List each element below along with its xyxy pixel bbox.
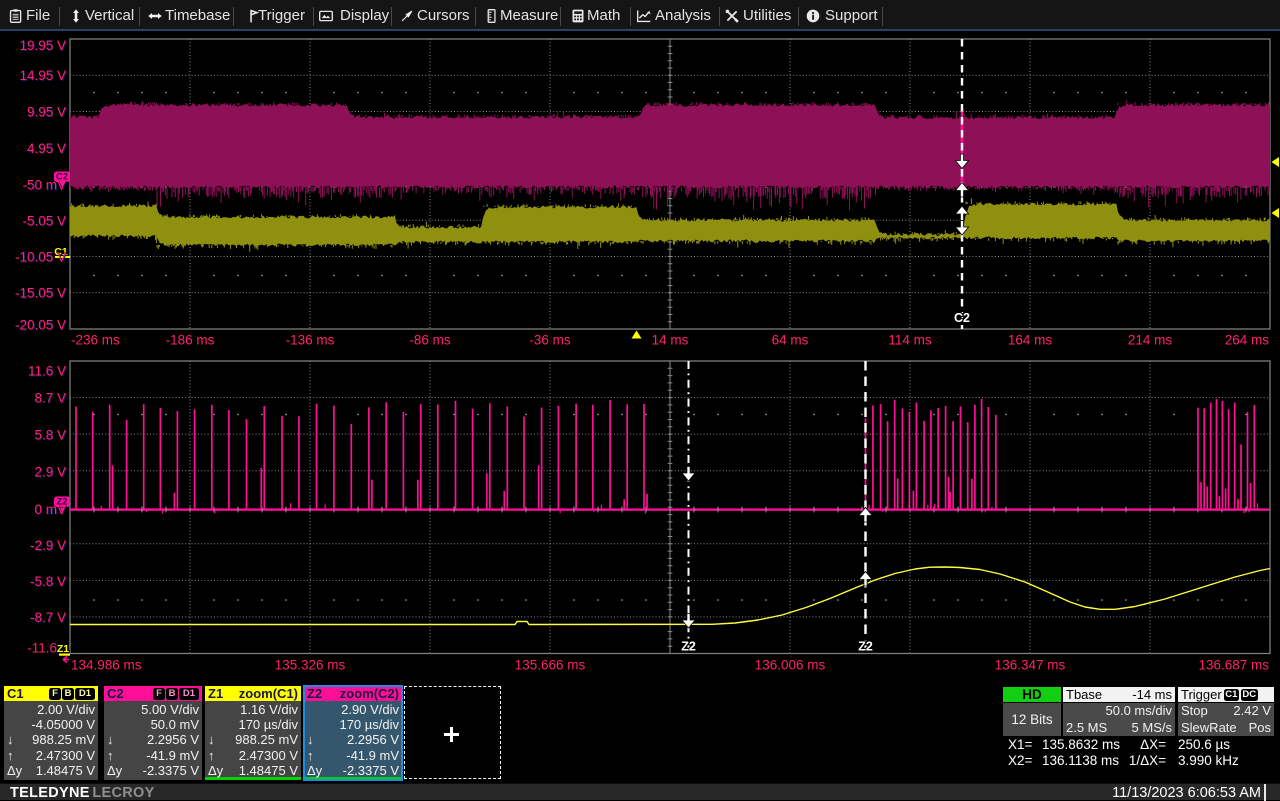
svg-text:136.347 ms: 136.347 ms xyxy=(995,658,1066,673)
svg-text:-10.05 V: -10.05 V xyxy=(15,250,66,265)
svg-text:164 ms: 164 ms xyxy=(1008,333,1053,348)
svg-text:-136 ms: -136 ms xyxy=(286,333,335,348)
svg-text:5.8 V: 5.8 V xyxy=(34,428,66,443)
svg-text:-50 mV: -50 mV xyxy=(22,178,66,193)
svg-text:214 ms: 214 ms xyxy=(1128,333,1173,348)
svg-text:-236 ms: -236 ms xyxy=(71,333,120,348)
svg-text:9.95 V: 9.95 V xyxy=(27,105,66,120)
svg-text:4.95 V: 4.95 V xyxy=(27,141,66,156)
svg-text:-36 ms: -36 ms xyxy=(529,333,571,348)
svg-text:Z2: Z2 xyxy=(681,640,696,654)
svg-text:135.666 ms: 135.666 ms xyxy=(515,658,586,673)
svg-text:2.9 V: 2.9 V xyxy=(34,465,66,480)
svg-text:-15.05 V: -15.05 V xyxy=(15,286,66,301)
svg-text:64 ms: 64 ms xyxy=(772,333,809,348)
svg-text:-186 ms: -186 ms xyxy=(166,333,215,348)
svg-text:Z2: Z2 xyxy=(858,640,873,654)
svg-text:-11.6: -11.6 xyxy=(27,641,57,656)
svg-text:264 ms: 264 ms xyxy=(1225,333,1270,348)
svg-text:134.986 ms: 134.986 ms xyxy=(71,658,142,673)
svg-text:-8.7 V: -8.7 V xyxy=(30,610,66,625)
svg-text:Z1: Z1 xyxy=(57,643,69,655)
svg-text:19.95 V: 19.95 V xyxy=(19,38,66,53)
svg-text:-2.9 V: -2.9 V xyxy=(30,538,66,553)
svg-text:8.7 V: 8.7 V xyxy=(34,391,66,406)
svg-text:C2: C2 xyxy=(954,311,970,325)
svg-text:-86 ms: -86 ms xyxy=(409,333,451,348)
svg-text:-5.8 V: -5.8 V xyxy=(30,574,66,589)
svg-text:136.006 ms: 136.006 ms xyxy=(755,658,826,673)
svg-text:0 mV: 0 mV xyxy=(34,502,66,517)
svg-text:14.95 V: 14.95 V xyxy=(19,68,66,83)
svg-text:114 ms: 114 ms xyxy=(888,333,932,348)
svg-text:14 ms: 14 ms xyxy=(652,333,689,348)
svg-text:135.326 ms: 135.326 ms xyxy=(275,658,346,673)
svg-text:11.6 V: 11.6 V xyxy=(28,364,66,379)
svg-text:136.687 ms: 136.687 ms xyxy=(1198,658,1269,673)
svg-text:-5.05 V: -5.05 V xyxy=(22,214,66,229)
svg-text:-20.05 V: -20.05 V xyxy=(15,318,66,333)
